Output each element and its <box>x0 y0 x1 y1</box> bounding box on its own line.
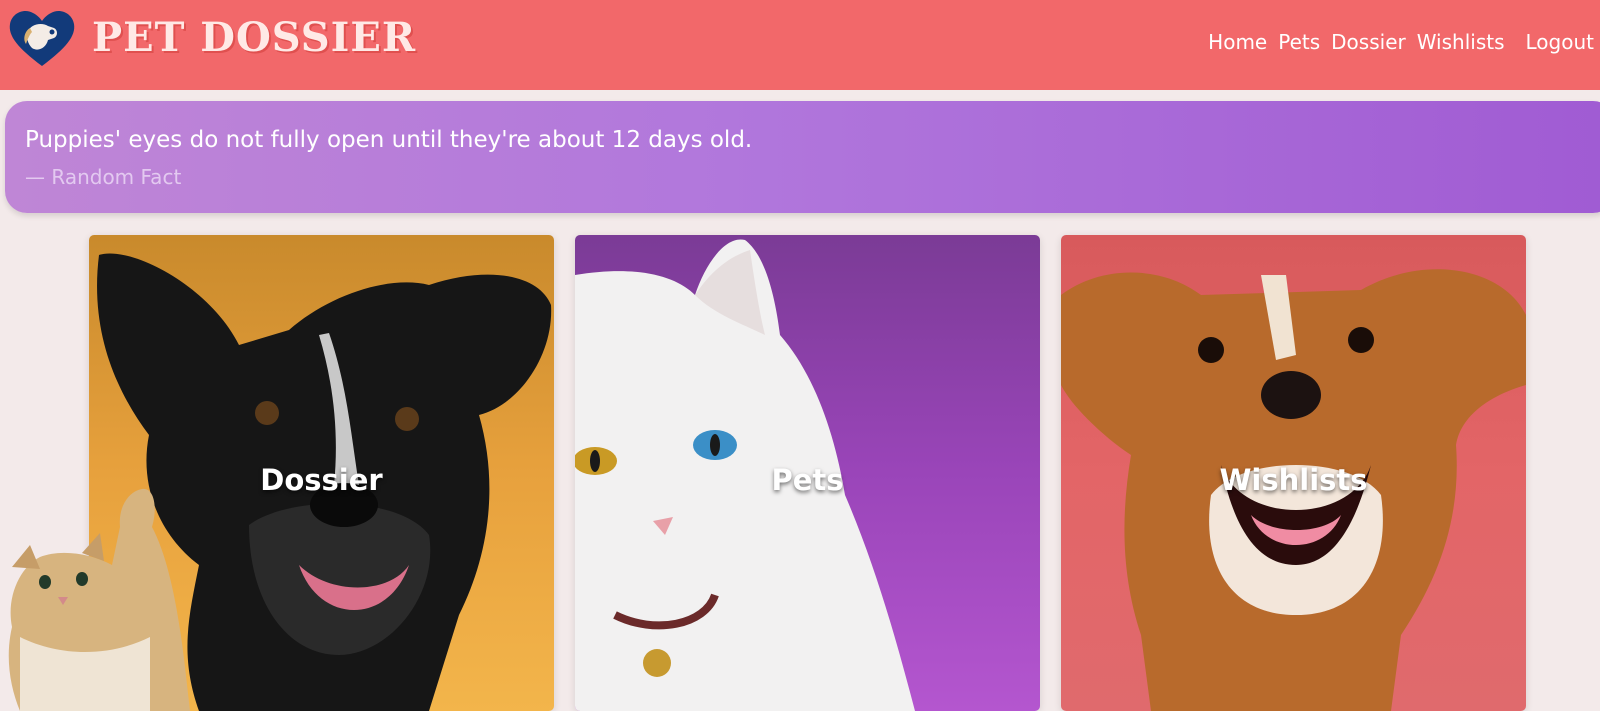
fact-text: Puppies' eyes do not fully open until th… <box>25 127 753 153</box>
nav-home-link[interactable]: Home <box>1208 30 1267 60</box>
main-nav: Home Pets Dossier Wishlists Logout <box>1197 30 1600 60</box>
nav-logout-link[interactable]: Logout <box>1526 30 1594 60</box>
nav-dossier-link[interactable]: Dossier <box>1331 30 1406 60</box>
nav-wishlists-link[interactable]: Wishlists <box>1417 30 1505 60</box>
brand-title[interactable]: PET DOSSIER <box>92 14 416 61</box>
top-navbar: PET DOSSIER Home Pets Dossier Wishlists … <box>0 0 1600 90</box>
wishlists-card[interactable]: Wishlists <box>1061 235 1526 711</box>
nav-pets-link[interactable]: Pets <box>1278 30 1320 60</box>
waving-kitten-image <box>8 488 190 711</box>
pets-card[interactable]: Pets <box>575 235 1040 711</box>
heart-dog-logo-icon[interactable] <box>8 8 76 68</box>
random-fact-banner: Puppies' eyes do not fully open until th… <box>5 101 1600 213</box>
wishlists-card-label: Wishlists <box>1219 463 1368 497</box>
pets-card-label: Pets <box>771 463 844 497</box>
fact-source: — Random Fact <box>25 165 182 189</box>
